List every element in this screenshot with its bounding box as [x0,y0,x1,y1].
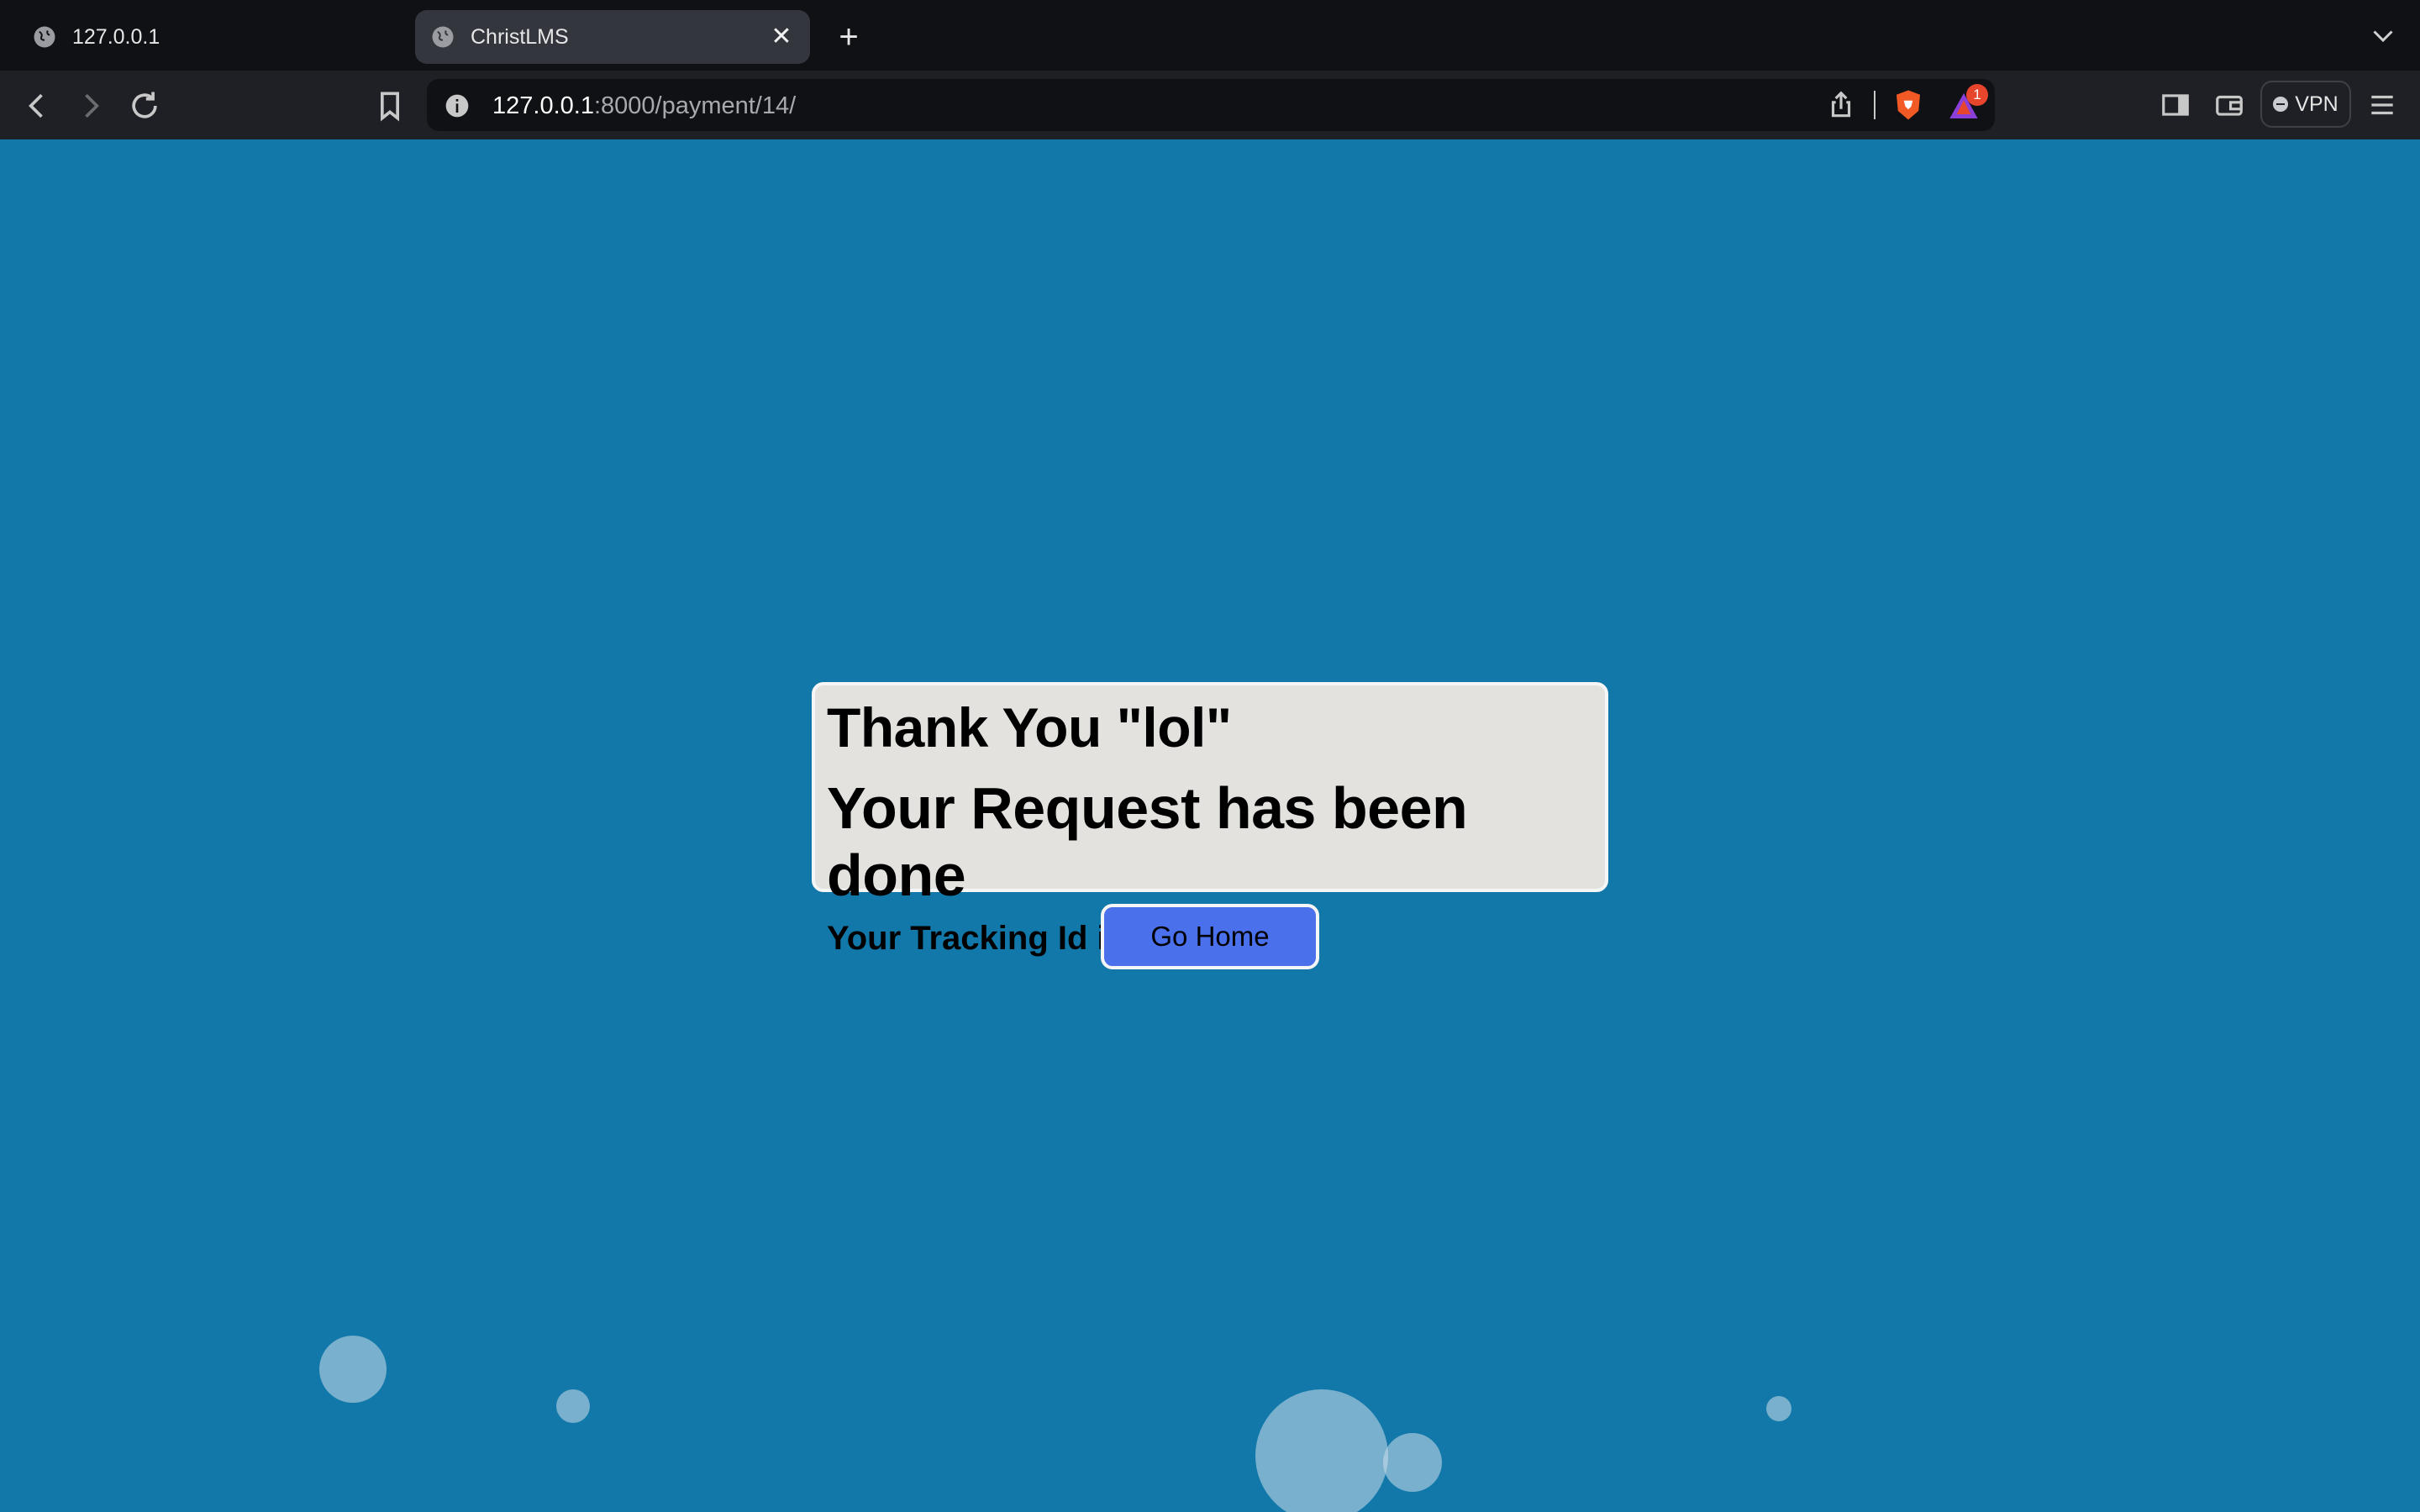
url-host: 127.0.0.1 [492,92,594,119]
decorative-bubble [319,1336,387,1403]
reload-icon[interactable] [126,87,163,124]
chevron-down-icon[interactable] [2368,20,2398,50]
vpn-button[interactable]: VPN [2260,81,2351,128]
vpn-label: VPN [2295,92,2338,116]
back-icon[interactable] [18,87,55,124]
decorative-bubble [1766,1396,1791,1421]
thank-you-heading: Thank You "lol" [827,696,1232,759]
bookmark-icon[interactable] [371,87,408,124]
tab-strip: 127.0.0.1 ChristLMS ✕ + [0,0,2420,71]
close-tab-icon[interactable]: ✕ [768,24,795,50]
sidebar-toggle-icon[interactable] [2160,89,2191,121]
brave-shields-icon[interactable] [1891,87,1926,123]
decorative-bubble [1383,1433,1442,1492]
tab-127-0-0-1[interactable]: 127.0.0.1 [17,10,403,64]
wallet-icon[interactable] [2213,89,2245,121]
go-home-button[interactable]: Go Home [1101,904,1319,969]
globe-icon [432,26,454,48]
forward-icon[interactable] [72,87,109,124]
rewards-badge: 1 [1966,84,1988,106]
url-text[interactable]: 127.0.0.1:8000/payment/14/ [492,89,796,123]
decorative-bubble [556,1389,590,1423]
url-path: :8000/payment/14/ [593,92,797,119]
tab-christlms[interactable]: ChristLMS ✕ [415,10,810,64]
menu-icon[interactable] [2366,89,2398,121]
decorative-bubble [1255,1389,1388,1512]
page-content: Thank You "lol" Your Request has been do… [0,139,2420,1512]
tab-title: ChristLMS [471,24,569,49]
vpn-status-icon [2273,97,2289,112]
new-tab-icon[interactable]: + [832,20,865,54]
site-info-icon[interactable] [444,92,471,119]
toolbar-divider [1874,91,1876,119]
tab-title: 127.0.0.1 [72,24,160,49]
request-done-heading: Your Request has been done [827,775,1468,908]
confirmation-card: Thank You "lol" Your Request has been do… [812,682,1608,957]
globe-icon [34,26,55,48]
share-icon[interactable] [1825,89,1857,121]
